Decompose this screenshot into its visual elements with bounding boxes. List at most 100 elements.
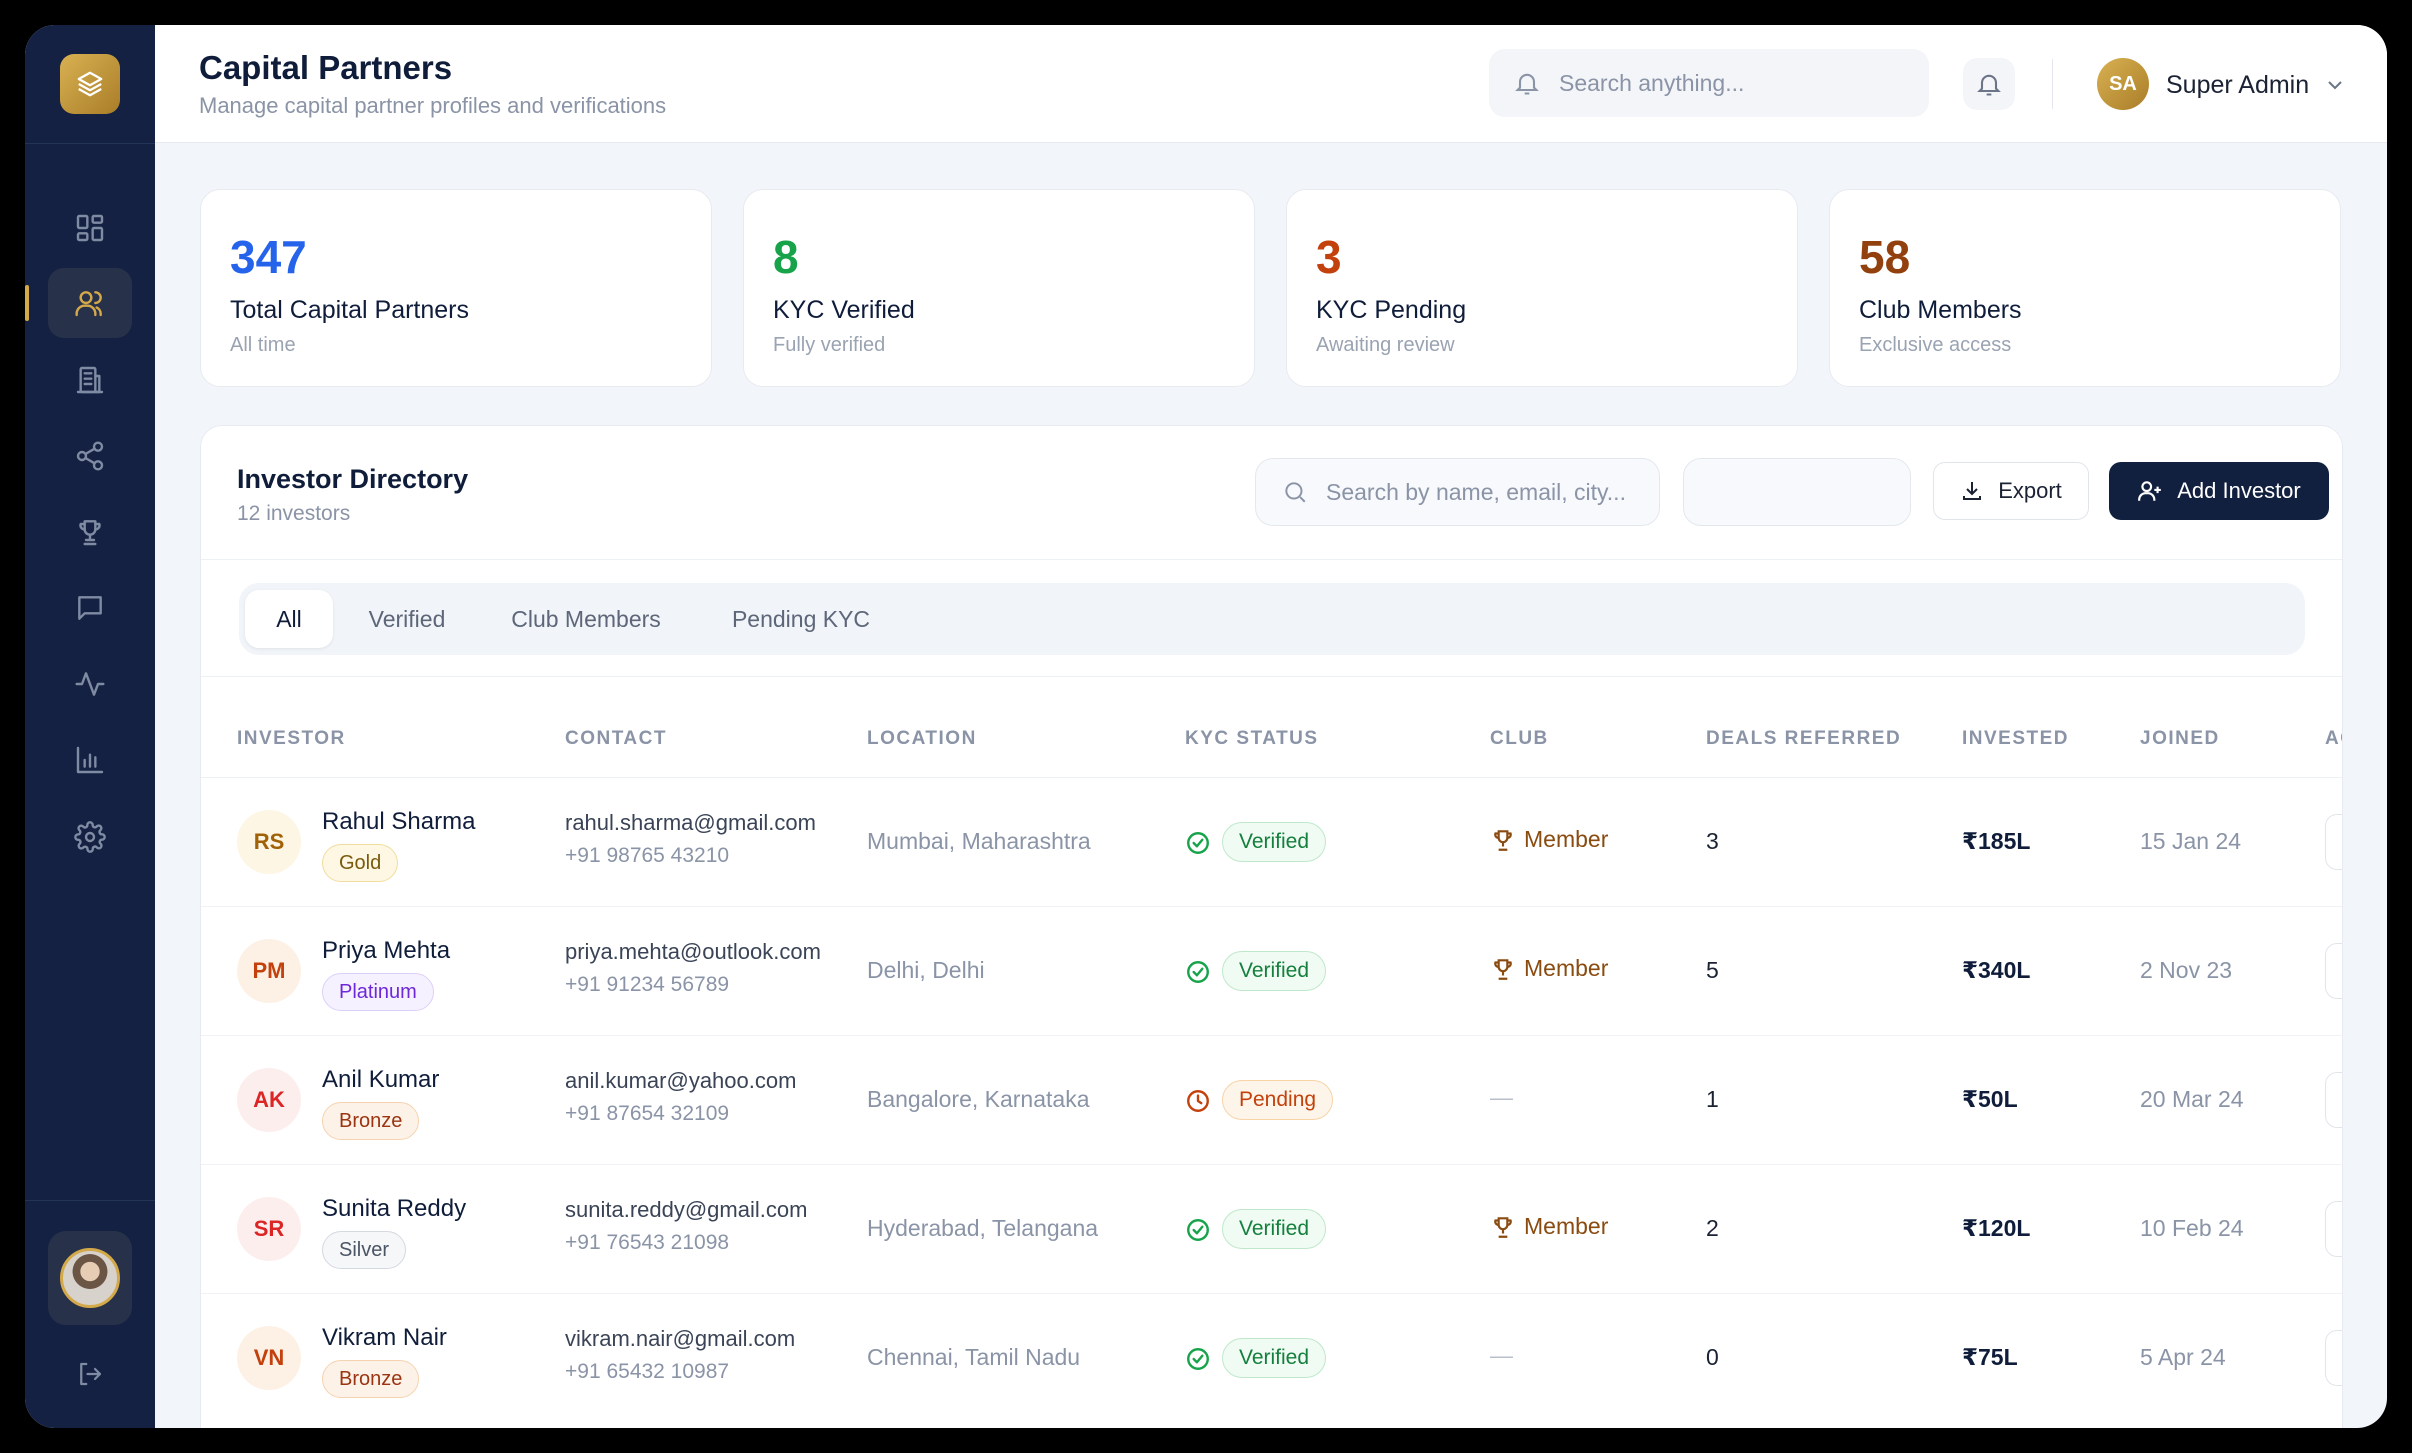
trophy-icon xyxy=(1494,829,1512,851)
filter-select[interactable] xyxy=(1683,458,1911,526)
deals-referred: 0 xyxy=(1706,1344,1719,1370)
sidebar-item-activity[interactable] xyxy=(48,649,132,719)
column-header-deals-referred[interactable]: DEALS REFERRED xyxy=(1706,728,1901,750)
user-name[interactable]: Super Admin xyxy=(2166,71,2309,100)
sidebar-divider xyxy=(25,143,155,144)
table-row[interactable]: SR Sunita Reddy Silver sunita.reddy@gmai… xyxy=(201,1165,2342,1294)
table-row[interactable]: RS Rahul Sharma Gold rahul.sharma@gmail.… xyxy=(201,778,2342,907)
investor-name[interactable]: Priya Mehta xyxy=(322,937,450,965)
export-button[interactable]: Export xyxy=(1933,462,2089,520)
tier-badge: Silver xyxy=(322,1231,407,1269)
status-badge: Pending xyxy=(1222,1080,1334,1120)
building-icon xyxy=(76,366,104,394)
sidebar-item-rewards[interactable] xyxy=(48,497,132,567)
sidebar-item-capital-partners[interactable] xyxy=(25,268,132,338)
view-button[interactable]: V xyxy=(2325,1072,2342,1128)
logout-button[interactable] xyxy=(70,1354,110,1394)
check-circle-icon xyxy=(1185,830,1211,856)
device-frame: Capital Partners Manage capital partner … xyxy=(0,0,2412,1453)
stat-label: Club Members xyxy=(1859,296,2022,324)
tier-badge: Bronze xyxy=(322,1360,420,1398)
page-subtitle: Manage capital partner profiles and veri… xyxy=(199,93,667,118)
sidebar-item-settings[interactable] xyxy=(48,802,132,872)
search-icon xyxy=(1285,482,1306,503)
investor-name[interactable]: Anil Kumar xyxy=(322,1066,439,1094)
sidebar-item-messages[interactable] xyxy=(48,573,132,643)
directory-search-input[interactable] xyxy=(1326,478,1656,506)
user-menu-toggle[interactable] xyxy=(2323,73,2347,97)
table-row[interactable]: PM Priya Mehta Platinum priya.mehta@outl… xyxy=(201,907,2342,1036)
gear-icon xyxy=(74,821,106,853)
sidebar-item-dashboard[interactable] xyxy=(48,193,132,263)
column-header-actions[interactable]: ACT xyxy=(2325,728,2342,750)
club-label: Member xyxy=(1524,955,1609,981)
app-logo[interactable] xyxy=(60,54,120,114)
column-header-joined[interactable]: JOINED xyxy=(2140,728,2220,750)
tab-pending-kyc[interactable]: Pending KYC xyxy=(703,590,899,648)
header-divider xyxy=(2052,59,2053,109)
view-button[interactable]: V xyxy=(2325,943,2342,999)
column-header-location[interactable]: LOCATION xyxy=(867,728,977,750)
stat-label: KYC Verified xyxy=(773,296,915,324)
column-header-invested[interactable]: INVESTED xyxy=(1962,728,2069,750)
tab-club-members[interactable]: Club Members xyxy=(483,590,689,648)
add-investor-button[interactable]: Add Investor xyxy=(2109,462,2329,520)
column-header-investor[interactable]: INVESTOR xyxy=(237,728,346,750)
location: Hyderabad, Telangana xyxy=(867,1215,1099,1241)
stat-label: Total Capital Partners xyxy=(230,296,470,324)
avatar xyxy=(60,1248,120,1308)
investor-name[interactable]: Vikram Nair xyxy=(322,1324,447,1352)
table-row[interactable]: VN Vikram Nair Bronze vikram.nair@gmail.… xyxy=(201,1294,2342,1423)
export-label: Export xyxy=(1998,478,2062,503)
location: Mumbai, Maharashtra xyxy=(867,828,1091,854)
bar-chart-icon xyxy=(76,746,104,774)
contact-phone: +91 65432 10987 xyxy=(565,1360,730,1383)
directory-title: Investor Directory xyxy=(237,464,469,494)
column-header-club[interactable]: CLUB xyxy=(1490,728,1549,750)
top-header: Capital Partners Manage capital partner … xyxy=(155,25,2387,143)
stat-value: 3 xyxy=(1316,231,1342,283)
contact-email: vikram.nair@gmail.com xyxy=(565,1326,796,1351)
stat-sub: Exclusive access xyxy=(1859,334,2012,356)
column-header-kyc-status[interactable]: KYC STATUS xyxy=(1185,728,1319,750)
contact-email: sunita.reddy@gmail.com xyxy=(565,1197,808,1222)
view-button[interactable]: V xyxy=(2325,1201,2342,1257)
app-screen: Capital Partners Manage capital partner … xyxy=(25,25,2387,1428)
contact-phone: +91 87654 32109 xyxy=(565,1102,730,1125)
global-search-input[interactable] xyxy=(1559,69,1919,97)
tab-all[interactable]: All xyxy=(245,590,333,648)
view-button[interactable]: V xyxy=(2325,1330,2342,1386)
layers-icon xyxy=(77,71,103,97)
stat-card-club-members: 58 Club Members Exclusive access xyxy=(1829,189,2341,387)
invested-amount: ₹75L xyxy=(1962,1344,2018,1370)
global-search[interactable] xyxy=(1489,49,1929,117)
sidebar-item-companies[interactable] xyxy=(48,345,132,415)
directory-search[interactable] xyxy=(1255,458,1660,526)
directory-count: 12 investors xyxy=(237,502,351,525)
stat-card-total: 347 Total Capital Partners All time xyxy=(200,189,712,387)
sidebar-profile[interactable] xyxy=(48,1231,132,1325)
investor-name[interactable]: Rahul Sharma xyxy=(322,808,475,836)
contact-phone: +91 91234 56789 xyxy=(565,973,730,996)
location: Bangalore, Karnataka xyxy=(867,1086,1090,1112)
column-header-contact[interactable]: CONTACT xyxy=(565,728,667,750)
contact-email: anil.kumar@yahoo.com xyxy=(565,1068,797,1093)
deals-referred: 2 xyxy=(1706,1215,1719,1241)
location: Chennai, Tamil Nadu xyxy=(867,1344,1081,1370)
investor-name[interactable]: Sunita Reddy xyxy=(322,1195,466,1223)
deals-referred: 5 xyxy=(1706,957,1719,983)
notifications-button[interactable] xyxy=(1963,58,2015,110)
club-status: — xyxy=(1490,1084,1513,1110)
tab-verified[interactable]: Verified xyxy=(349,590,465,648)
sidebar-item-network[interactable] xyxy=(48,421,132,491)
table-row[interactable]: AK Anil Kumar Bronze anil.kumar@yahoo.co… xyxy=(201,1036,2342,1165)
grid-icon xyxy=(76,214,104,242)
message-icon xyxy=(78,596,102,620)
logout-icon xyxy=(80,1362,102,1386)
avatar: VN xyxy=(237,1326,301,1390)
sidebar-item-analytics[interactable] xyxy=(48,725,132,795)
stat-sub: All time xyxy=(230,334,296,356)
user-avatar[interactable]: SA xyxy=(2097,58,2149,110)
view-button[interactable]: V xyxy=(2325,814,2342,870)
contact-email: priya.mehta@outlook.com xyxy=(565,939,821,964)
